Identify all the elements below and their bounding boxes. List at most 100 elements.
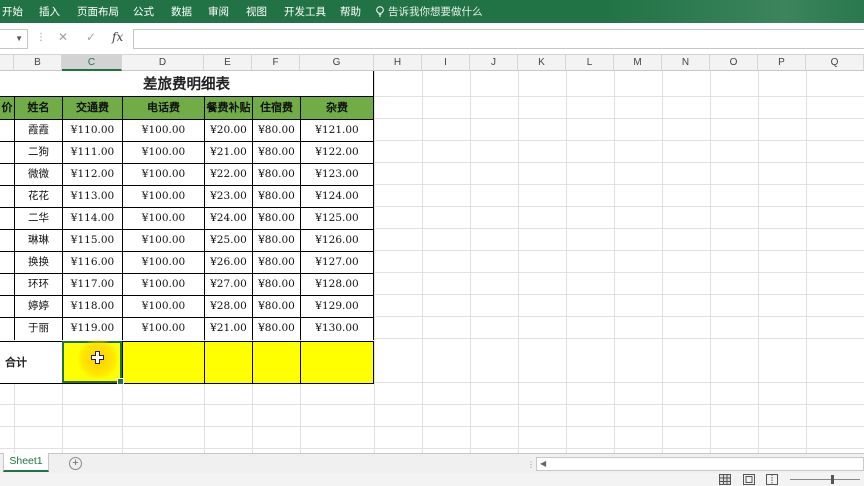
cell-phone[interactable]: ¥100.00 [122, 295, 204, 318]
column-header-e[interactable]: E [204, 55, 252, 71]
column-header-n[interactable]: N [662, 55, 710, 71]
cell-transport[interactable]: ¥118.00 [62, 295, 122, 318]
cell-misc[interactable]: ¥121.00 [300, 119, 374, 142]
header-cell-price[interactable]: 价 [0, 96, 14, 119]
header-cell-meal[interactable]: 餐费补贴 [204, 96, 252, 119]
cell-lodging[interactable]: ¥80.00 [252, 229, 300, 252]
cell-price[interactable] [0, 163, 14, 186]
cell-transport[interactable]: ¥119.00 [62, 317, 122, 340]
column-header-a[interactable] [0, 55, 14, 71]
cell-price[interactable] [0, 317, 14, 340]
cell-transport[interactable]: ¥110.00 [62, 119, 122, 142]
cell-name[interactable]: 霞霞 [14, 119, 62, 142]
cell-meal[interactable]: ¥25.00 [204, 229, 252, 252]
cell-phone[interactable]: ¥100.00 [122, 273, 204, 296]
column-header-i[interactable]: I [422, 55, 470, 71]
column-header-k[interactable]: K [518, 55, 566, 71]
total-label-cell[interactable]: 合计 [0, 341, 62, 384]
column-header-o[interactable]: O [710, 55, 758, 71]
header-cell-transport[interactable]: 交通费 [62, 96, 122, 119]
cell-misc[interactable]: ¥123.00 [300, 163, 374, 186]
tab-developer[interactable]: 开发工具 [284, 4, 326, 19]
scroll-left-icon[interactable]: ◀ [540, 459, 546, 468]
enter-icon[interactable]: ✓ [86, 30, 96, 44]
page-layout-view-icon[interactable] [743, 474, 755, 485]
cell-price[interactable] [0, 185, 14, 208]
cell-lodging[interactable]: ¥80.00 [252, 163, 300, 186]
cell-meal[interactable]: ¥27.00 [204, 273, 252, 296]
column-header-j[interactable]: J [470, 55, 518, 71]
total-cell-lodging[interactable] [252, 341, 300, 384]
cell-name[interactable]: 微微 [14, 163, 62, 186]
table-title[interactable]: 差旅费明细表 [0, 71, 374, 97]
cell-lodging[interactable]: ¥80.00 [252, 317, 300, 340]
cell-transport[interactable]: ¥117.00 [62, 273, 122, 296]
cell-name[interactable]: 花花 [14, 185, 62, 208]
cell-meal[interactable]: ¥21.00 [204, 141, 252, 164]
cell-transport[interactable]: ¥115.00 [62, 229, 122, 252]
tab-review[interactable]: 审阅 [208, 4, 229, 19]
cell-price[interactable] [0, 141, 14, 164]
column-header-l[interactable]: L [566, 55, 614, 71]
normal-view-icon[interactable] [719, 474, 731, 485]
column-header-b[interactable]: B [14, 55, 62, 71]
cell-phone[interactable]: ¥100.00 [122, 251, 204, 274]
cell-phone[interactable]: ¥100.00 [122, 207, 204, 230]
cell-price[interactable] [0, 119, 14, 142]
cell-misc[interactable]: ¥124.00 [300, 185, 374, 208]
cell-name[interactable]: 换换 [14, 251, 62, 274]
header-cell-phone[interactable]: 电话费 [122, 96, 204, 119]
cell-lodging[interactable]: ¥80.00 [252, 141, 300, 164]
cell-name[interactable]: 于丽 [14, 317, 62, 340]
cell-phone[interactable]: ¥100.00 [122, 141, 204, 164]
cell-transport[interactable]: ¥116.00 [62, 251, 122, 274]
zoom-slider[interactable] [790, 479, 860, 480]
cell-lodging[interactable]: ¥80.00 [252, 207, 300, 230]
cell-phone[interactable]: ¥100.00 [122, 229, 204, 252]
header-cell-lodging[interactable]: 住宿费 [252, 96, 300, 119]
cell-price[interactable] [0, 273, 14, 296]
cell-name[interactable]: 环环 [14, 273, 62, 296]
sheet-tab-sheet1[interactable]: Sheet1 [3, 453, 49, 472]
tab-insert[interactable]: 插入 [39, 4, 60, 19]
cell-lodging[interactable]: ¥80.00 [252, 251, 300, 274]
column-header-g[interactable]: G [300, 55, 374, 71]
cell-lodging[interactable]: ¥80.00 [252, 185, 300, 208]
tab-formulas[interactable]: 公式 [133, 4, 154, 19]
cell-transport[interactable]: ¥113.00 [62, 185, 122, 208]
add-sheet-icon[interactable]: + [69, 457, 82, 470]
tab-help[interactable]: 帮助 [340, 4, 361, 19]
cell-name[interactable]: 二狗 [14, 141, 62, 164]
formula-input[interactable] [133, 29, 864, 49]
cell-meal[interactable]: ¥22.00 [204, 163, 252, 186]
name-box[interactable]: ▼ [0, 29, 28, 49]
cell-price[interactable] [0, 207, 14, 230]
cell-lodging[interactable]: ¥80.00 [252, 295, 300, 318]
tab-data[interactable]: 数据 [171, 4, 192, 19]
total-cell-phone[interactable] [122, 341, 204, 384]
cell-meal[interactable]: ¥28.00 [204, 295, 252, 318]
total-cell-misc[interactable] [300, 341, 374, 384]
cell-lodging[interactable]: ¥80.00 [252, 119, 300, 142]
cell-misc[interactable]: ¥126.00 [300, 229, 374, 252]
tab-page-layout[interactable]: 页面布局 [77, 4, 119, 19]
cell-phone[interactable]: ¥100.00 [122, 119, 204, 142]
cell-misc[interactable]: ¥127.00 [300, 251, 374, 274]
cell-phone[interactable]: ¥100.00 [122, 317, 204, 340]
cell-meal[interactable]: ¥21.00 [204, 317, 252, 340]
cell-misc[interactable]: ¥130.00 [300, 317, 374, 340]
tab-view[interactable]: 视图 [246, 4, 267, 19]
insert-function-button[interactable]: fx [112, 30, 123, 44]
cell-lodging[interactable]: ¥80.00 [252, 273, 300, 296]
horizontal-scrollbar[interactable]: ◀ [536, 457, 864, 471]
header-cell-name[interactable]: 姓名 [14, 96, 62, 119]
column-header-h[interactable]: H [374, 55, 422, 71]
cell-price[interactable] [0, 229, 14, 252]
cell-name[interactable]: 二华 [14, 207, 62, 230]
worksheet-grid[interactable]: B C D E F G H I J K L M N O P Q 差旅费明细表 价… [0, 55, 864, 453]
column-header-f[interactable]: F [252, 55, 300, 71]
page-break-view-icon[interactable] [766, 474, 778, 485]
cell-price[interactable] [0, 295, 14, 318]
cell-name[interactable]: 琳琳 [14, 229, 62, 252]
header-cell-misc[interactable]: 杂费 [300, 96, 374, 119]
